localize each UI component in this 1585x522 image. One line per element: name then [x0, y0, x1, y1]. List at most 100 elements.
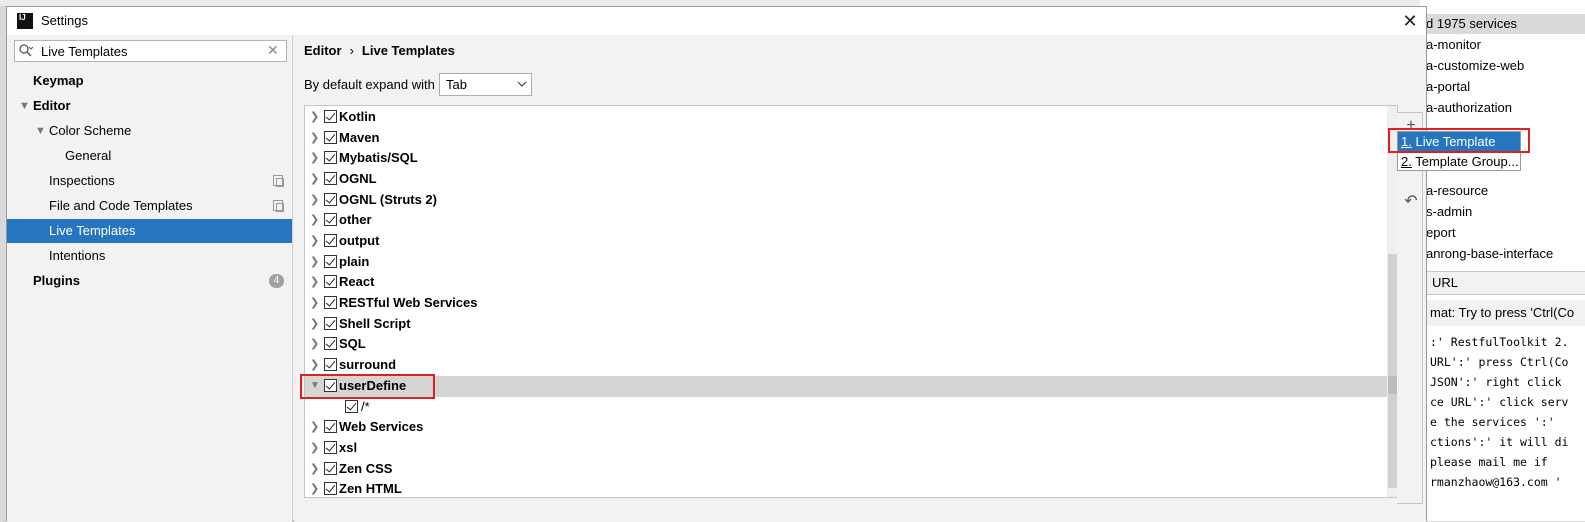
group-checkbox[interactable]: [324, 317, 337, 330]
sidebar-item-file-and-code-templates[interactable]: File and Code Templates: [7, 194, 292, 218]
sidebar-item-intentions[interactable]: Intentions: [7, 244, 292, 268]
template-checkbox[interactable]: [345, 400, 358, 413]
sidebar-item-label: Intentions: [49, 248, 106, 263]
service-item[interactable]: s-admin: [1426, 204, 1472, 219]
close-button[interactable]: ✕: [1399, 9, 1421, 33]
group-checkbox[interactable]: [324, 482, 337, 495]
service-item[interactable]: a-authorization: [1426, 100, 1512, 115]
group-checkbox[interactable]: [324, 110, 337, 123]
chevron-right-icon[interactable]: ❯: [310, 334, 319, 354]
sidebar-item-live-templates[interactable]: Live Templates: [7, 219, 292, 243]
settings-dialog: IJ Settings ✕ ✕ Keymap ▼ Editor ▼ Color …: [6, 6, 1427, 522]
template-group-row[interactable]: ❯ Mybatis/SQL: [305, 148, 1387, 169]
template-group-row[interactable]: ❯ Shell Script: [305, 314, 1387, 335]
group-checkbox[interactable]: [324, 131, 337, 144]
clear-search-icon[interactable]: ✕: [267, 42, 279, 59]
service-item[interactable]: a-resource: [1426, 183, 1488, 198]
annotation-highlight-live-template: [1388, 128, 1530, 153]
chevron-right-icon[interactable]: ❯: [310, 210, 319, 230]
group-checkbox[interactable]: [324, 234, 337, 247]
scrollbar-thumb[interactable]: [1388, 254, 1397, 488]
chevron-right-icon[interactable]: ❯: [310, 355, 319, 375]
group-checkbox[interactable]: [324, 441, 337, 454]
chevron-right-icon[interactable]: ❯: [310, 169, 319, 189]
group-checkbox[interactable]: [324, 462, 337, 475]
template-group-row[interactable]: ❯ output: [305, 231, 1387, 252]
expand-key-dropdown[interactable]: Tab: [439, 73, 532, 96]
breadcrumb-separator: ›: [349, 43, 354, 58]
chevron-right-icon[interactable]: ❯: [310, 314, 319, 334]
group-name: Zen CSS: [339, 461, 393, 476]
group-checkbox[interactable]: [324, 296, 337, 309]
console-line: URL':' press Ctrl(Co: [1430, 355, 1569, 369]
group-name: SQL: [339, 336, 366, 351]
chevron-right-icon[interactable]: ❯: [310, 107, 319, 127]
group-checkbox[interactable]: [324, 275, 337, 288]
chevron-right-icon[interactable]: ❯: [310, 417, 319, 437]
chevron-right-icon[interactable]: ❯: [310, 190, 319, 210]
chevron-right-icon[interactable]: ❯: [310, 231, 319, 251]
service-item[interactable]: anrong-base-interface: [1426, 246, 1553, 261]
template-group-row[interactable]: ❯ Zen CSS: [305, 459, 1387, 480]
template-group-row[interactable]: ❯ plain: [305, 252, 1387, 273]
template-group-row[interactable]: ❯ Zen HTML: [305, 479, 1387, 497]
chevron-right-icon[interactable]: ❯: [310, 128, 319, 148]
chevron-right-icon[interactable]: ❯: [310, 148, 319, 168]
menu-item-template-group[interactable]: 2. Template Group...: [1398, 152, 1520, 171]
template-group-row[interactable]: ❯ SQL: [305, 334, 1387, 355]
copy-icon: [273, 200, 284, 212]
search-field[interactable]: ✕: [14, 40, 287, 62]
console-line: ctions':' it will di: [1430, 435, 1569, 449]
template-group-row[interactable]: ❯ RESTful Web Services: [305, 293, 1387, 314]
group-checkbox[interactable]: [324, 151, 337, 164]
breadcrumb-parent[interactable]: Editor: [304, 43, 342, 58]
service-item[interactable]: eport: [1426, 225, 1456, 240]
template-group-row[interactable]: ❯ OGNL (Struts 2): [305, 190, 1387, 211]
group-checkbox[interactable]: [324, 420, 337, 433]
template-group-row-userdefine[interactable]: ▼ userDefine: [305, 376, 1387, 397]
group-checkbox[interactable]: [324, 255, 337, 268]
console-line: e the services ':': [1430, 415, 1555, 429]
group-name: other: [339, 212, 372, 227]
template-group-row[interactable]: ❯ React: [305, 272, 1387, 293]
title-bar: IJ Settings ✕: [7, 7, 1426, 35]
sidebar-item-editor[interactable]: ▼ Editor: [7, 94, 292, 118]
group-name: RESTful Web Services: [339, 295, 478, 310]
group-checkbox[interactable]: [324, 193, 337, 206]
group-checkbox[interactable]: [324, 213, 337, 226]
sidebar-item-general[interactable]: General: [7, 144, 292, 168]
template-group-row[interactable]: ❯ Maven: [305, 128, 1387, 149]
chevron-down-icon[interactable]: ▼: [19, 94, 30, 118]
template-group-row[interactable]: ❯ surround: [305, 355, 1387, 376]
chevron-right-icon[interactable]: ❯: [310, 272, 319, 292]
template-group-row[interactable]: ❯ OGNL: [305, 169, 1387, 190]
sidebar-item-plugins[interactable]: Plugins 4: [7, 269, 292, 293]
chevron-right-icon[interactable]: ❯: [310, 479, 319, 497]
copy-icon: [273, 175, 284, 187]
search-input[interactable]: [41, 43, 256, 59]
service-item[interactable]: a-customize-web: [1426, 58, 1524, 73]
chevron-down-icon[interactable]: ▼: [35, 119, 46, 143]
template-group-row[interactable]: ❯ Kotlin: [305, 107, 1387, 128]
console-line: ce URL':' click serv: [1430, 395, 1569, 409]
group-checkbox[interactable]: [324, 172, 337, 185]
template-group-row[interactable]: ❯ xsl: [305, 438, 1387, 459]
sidebar-item-keymap[interactable]: Keymap: [7, 69, 292, 93]
chevron-right-icon[interactable]: ❯: [310, 293, 319, 313]
group-checkbox[interactable]: [324, 337, 337, 350]
settings-sidebar: ✕ Keymap ▼ Editor ▼ Color Scheme General…: [7, 35, 293, 522]
template-abbreviation: /*: [361, 399, 370, 414]
group-name: plain: [339, 254, 370, 269]
chevron-right-icon[interactable]: ❯: [310, 438, 319, 458]
template-group-row[interactable]: ❯ other: [305, 210, 1387, 231]
chevron-right-icon[interactable]: ❯: [310, 252, 319, 272]
template-group-row[interactable]: ❯ Web Services: [305, 417, 1387, 438]
template-row[interactable]: /*: [305, 397, 1387, 418]
group-checkbox[interactable]: [324, 358, 337, 371]
service-item[interactable]: a-monitor: [1426, 37, 1481, 52]
sidebar-item-color-scheme[interactable]: ▼ Color Scheme: [7, 119, 292, 143]
chevron-right-icon[interactable]: ❯: [310, 459, 319, 479]
service-item[interactable]: a-portal: [1426, 79, 1470, 94]
undo-icon[interactable]: ↶: [1403, 193, 1419, 211]
sidebar-item-inspections[interactable]: Inspections: [7, 169, 292, 193]
